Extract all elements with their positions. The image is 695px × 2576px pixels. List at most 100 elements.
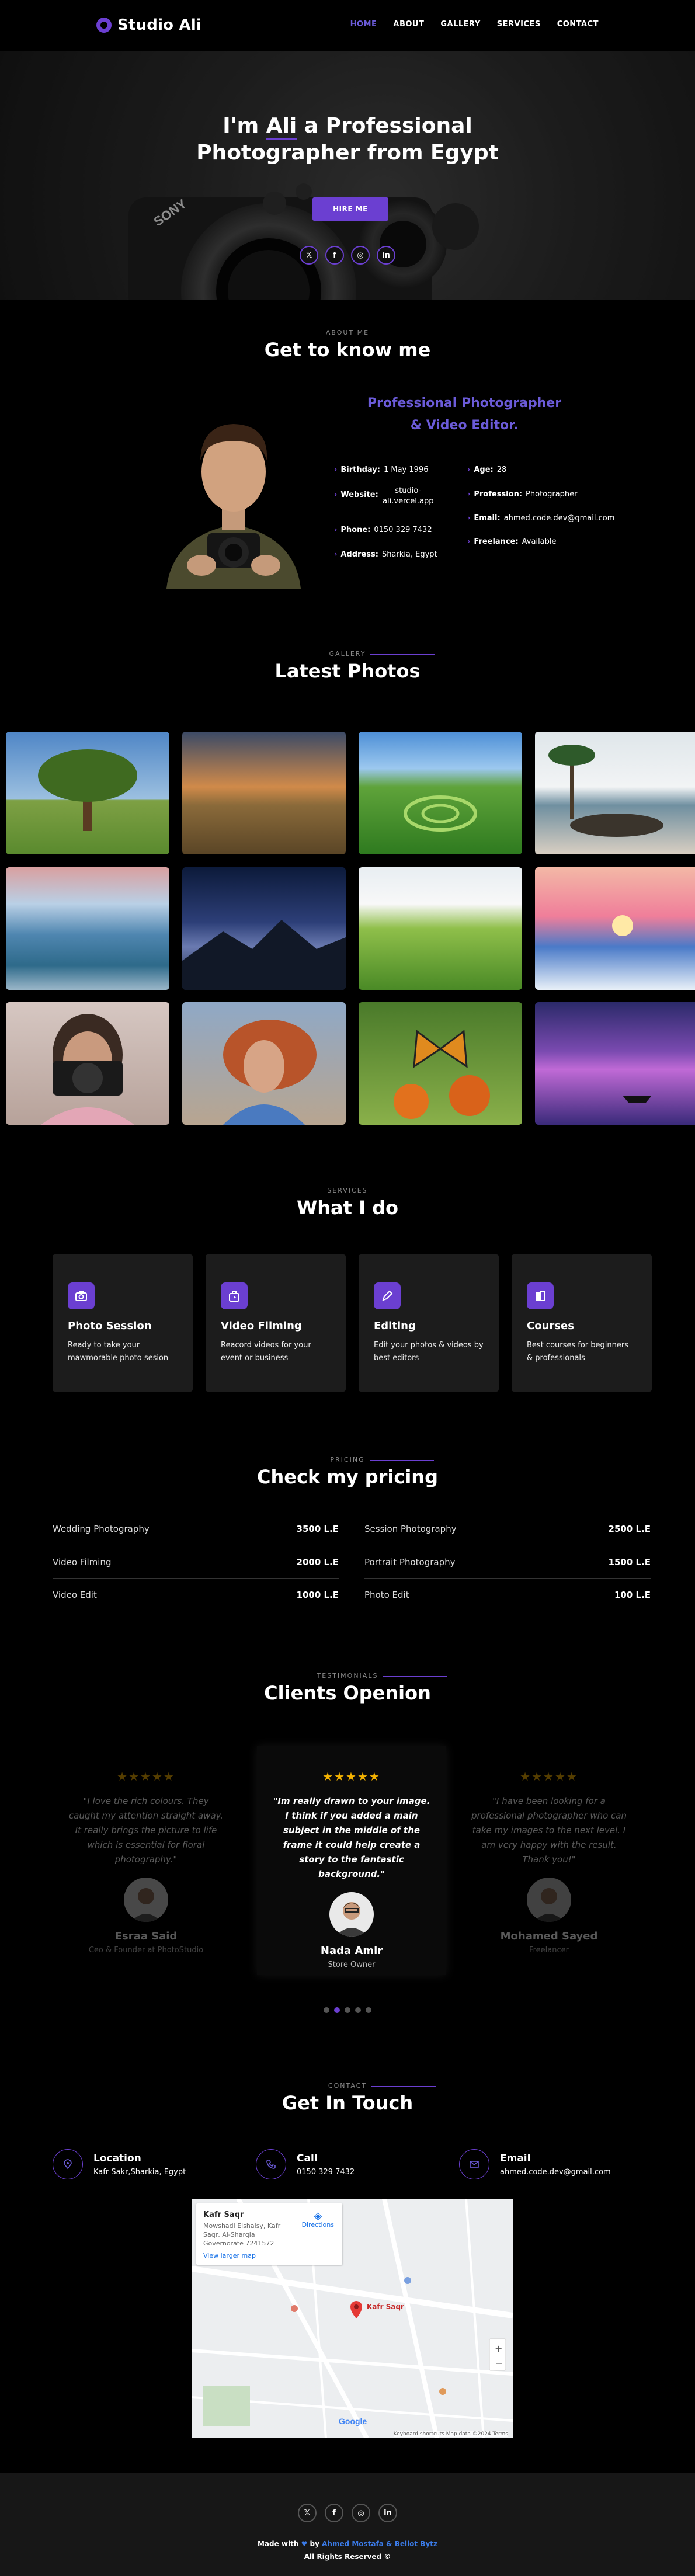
- service-card-video-filming[interactable]: Video Filming Reacord videos for your ev…: [206, 1254, 346, 1392]
- service-card-courses[interactable]: Courses Best courses for beginners & pro…: [512, 1254, 652, 1392]
- facebook-icon[interactable]: f: [325, 2504, 343, 2522]
- author-link[interactable]: Ahmed Mostafa: [322, 2540, 384, 2548]
- contact-call: Call 0150 329 7432: [256, 2149, 355, 2179]
- testimonial-role: Ceo & Founder at PhotoStudio: [88, 1946, 204, 1955]
- view-larger-map-link[interactable]: View larger map: [203, 2251, 335, 2260]
- service-title: Courses: [527, 1320, 574, 1332]
- carousel-dot[interactable]: [355, 2007, 361, 2013]
- svg-text:Google: Google: [339, 2417, 367, 2426]
- price-row: Portrait Photography 1500 L.E: [364, 1546, 651, 1579]
- rating-stars: ★★★★★: [117, 1770, 175, 1784]
- service-title: Video Filming: [221, 1320, 302, 1332]
- gallery-photo-butterfly[interactable]: [359, 1002, 522, 1125]
- testimonial-name: Esraa Said: [114, 1930, 178, 1942]
- gallery-photo-sunset-sand[interactable]: [535, 867, 695, 990]
- contact-title: Get In Touch: [282, 2092, 413, 2114]
- gallery-photo-red-hair[interactable]: [182, 1002, 346, 1125]
- x-twitter-icon[interactable]: 𝕏: [300, 246, 318, 265]
- map-address: Mowshadi Elshalsy, Kafr Saqr, Al-Sharqia…: [203, 2222, 281, 2247]
- heart-icon: ♥: [301, 2540, 308, 2548]
- author2-link[interactable]: Bellot Bytz: [395, 2540, 437, 2548]
- chevron-right-icon: ›: [467, 490, 471, 499]
- gallery-photo-boat[interactable]: [535, 1002, 695, 1125]
- brand-logo[interactable]: Studio Ali: [96, 16, 201, 34]
- directions-button[interactable]: ◈ Directions: [302, 2210, 334, 2229]
- map-pin-icon: [53, 2149, 83, 2179]
- phone-icon: [256, 2149, 286, 2179]
- video-bag-icon: [221, 1282, 248, 1309]
- gallery-photo-balloons[interactable]: [182, 732, 346, 854]
- gallery-photo-milky-way[interactable]: [182, 867, 346, 990]
- pricing-title: Check my pricing: [257, 1466, 438, 1488]
- testimonial-quote: "I love the rich colours. They caught my…: [68, 1796, 224, 1865]
- carousel-dot[interactable]: [366, 2007, 371, 2013]
- book-icon: [527, 1282, 554, 1309]
- avatar: [329, 1892, 374, 1937]
- linkedin-icon[interactable]: in: [378, 2504, 397, 2522]
- copyright: All Rights Reserved ©: [304, 2553, 391, 2561]
- x-twitter-icon[interactable]: 𝕏: [298, 2504, 317, 2522]
- svg-text:−: −: [495, 2358, 503, 2369]
- camera-icon: [68, 1282, 95, 1309]
- photographer-portrait: [149, 390, 318, 589]
- avatar: [124, 1878, 168, 1922]
- about-label: ABOUT ME: [325, 329, 370, 336]
- chevron-right-icon: ›: [334, 491, 338, 499]
- service-desc: Ready to take your mawmorable photo sesi…: [68, 1341, 169, 1362]
- gallery-photo-beach[interactable]: [535, 732, 695, 854]
- map-info-card: Kafr Saqr Mowshadi Elshalsy, Kafr Saqr, …: [196, 2203, 342, 2265]
- linkedin-icon[interactable]: in: [377, 246, 395, 265]
- made-with-credit: Made with ♥ by Ahmed Mostafa & Bellot By…: [257, 2540, 438, 2548]
- phone-link[interactable]: 0150 329 7432: [297, 2168, 355, 2177]
- hero-name: Ali: [266, 114, 297, 140]
- nav-services[interactable]: SERVICES: [497, 20, 541, 29]
- gallery-photo-meadow[interactable]: [359, 867, 522, 990]
- gallery-photo-mountain-lake[interactable]: [6, 867, 169, 990]
- pricing-label: PRICING: [330, 1456, 365, 1463]
- gallery-label: GALLERY: [329, 650, 366, 658]
- nav-contact[interactable]: CONTACT: [557, 20, 599, 29]
- nav-about[interactable]: ABOUT: [393, 20, 424, 29]
- info-website: › Website: studio-ali.vercel.app: [334, 486, 434, 506]
- price-row: Video Filming 2000 L.E: [53, 1546, 339, 1579]
- gallery-photo-green-hills[interactable]: [359, 732, 522, 854]
- map-pin-label: Kafr Saqr: [367, 2303, 404, 2311]
- hero-social-links: 𝕏 f ◎ in: [0, 246, 695, 265]
- main-nav: HOME ABOUT GALLERY SERVICES CONTACT: [350, 20, 599, 29]
- nav-home[interactable]: HOME: [350, 20, 377, 29]
- email-link[interactable]: ahmed.code.dev@gmail.com: [500, 2168, 611, 2177]
- pen-icon: [374, 1282, 401, 1309]
- services-label: SERVICES: [327, 1187, 368, 1194]
- carousel-dot[interactable]: [345, 2007, 350, 2013]
- contact-label: CONTACT: [328, 2082, 367, 2090]
- gallery-photo-woman-camera[interactable]: [6, 1002, 169, 1125]
- info-birthday: › Birthday: 1 May 1996: [334, 465, 429, 474]
- service-desc: Best courses for beginners & professiona…: [527, 1341, 628, 1362]
- rating-stars: ★★★★★: [520, 1770, 578, 1784]
- service-desc: Edit your photos & videos by best editor…: [374, 1341, 484, 1362]
- instagram-icon[interactable]: ◎: [351, 246, 370, 265]
- map-attribution: Keyboard shortcuts Map data ©2024 Terms: [393, 2431, 508, 2437]
- chevron-right-icon: ›: [334, 465, 338, 474]
- service-card-editing[interactable]: Editing Edit your photos & videos by bes…: [359, 1254, 499, 1392]
- hero-section: SONY I'm Ali a Professional Photographer…: [0, 51, 695, 300]
- carousel-dot[interactable]: [324, 2007, 329, 2013]
- chevron-right-icon: ›: [467, 465, 471, 474]
- envelope-icon: [459, 2149, 489, 2179]
- gallery-title: Latest Photos: [274, 660, 421, 682]
- carousel-dot-active[interactable]: [334, 2007, 340, 2013]
- gallery-photo-tree[interactable]: [6, 732, 169, 854]
- price-row: Photo Edit 100 L.E: [364, 1579, 651, 1611]
- site-footer: 𝕏 f ◎ in Made with ♥ by Ahmed Mostafa & …: [0, 2473, 695, 2576]
- website-link[interactable]: studio-ali.vercel.app: [382, 486, 435, 507]
- instagram-icon[interactable]: ◎: [352, 2504, 370, 2522]
- nav-gallery[interactable]: GALLERY: [440, 20, 480, 29]
- facebook-icon[interactable]: f: [325, 246, 344, 265]
- hire-me-button[interactable]: HIRE ME: [312, 197, 388, 221]
- embedded-map[interactable]: + − Google Kafr Saqr Mowshadi Elshalsy, …: [192, 2199, 513, 2438]
- service-card-photo-session[interactable]: Photo Session Ready to take your mawmora…: [53, 1254, 193, 1392]
- price-row: Wedding Photography 3500 L.E: [53, 1513, 339, 1545]
- directions-icon: ◈: [314, 2210, 322, 2222]
- testimonial-role: Freelancer: [529, 1946, 569, 1955]
- testimonial-card: ★★★★★ "I love the rich colours. They cau…: [53, 1770, 239, 2003]
